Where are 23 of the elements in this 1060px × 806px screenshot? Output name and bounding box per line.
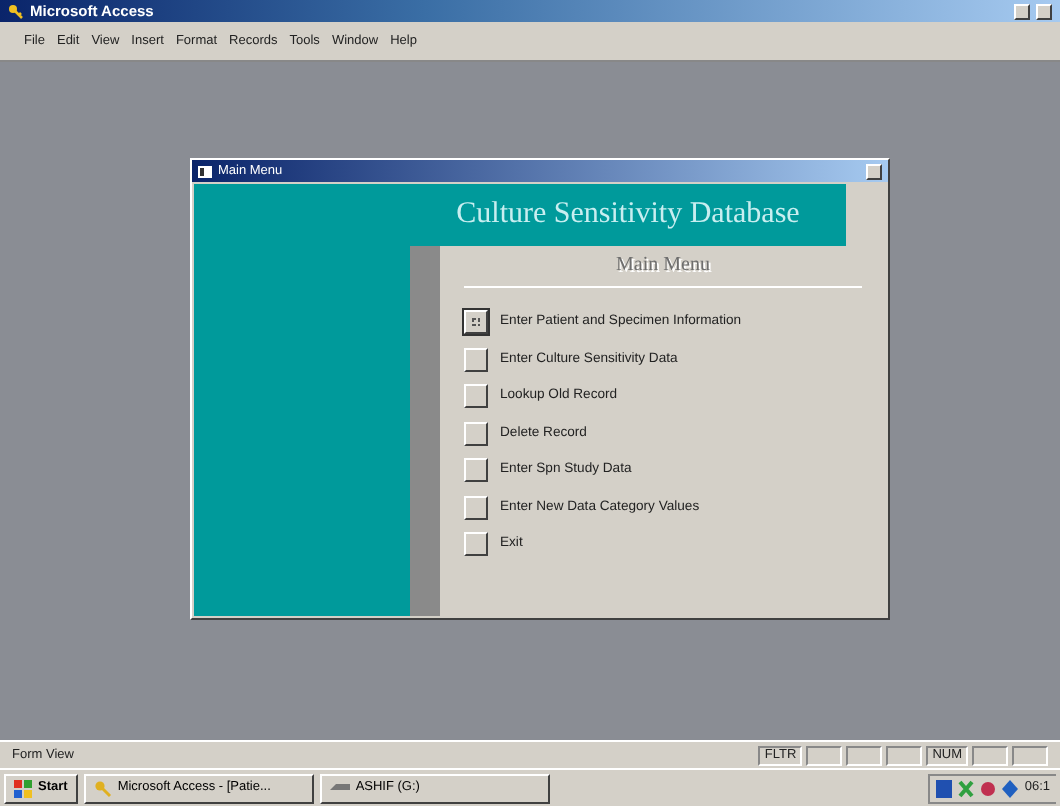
menu-button[interactable]	[464, 532, 488, 557]
status-pane	[886, 745, 923, 765]
tray-icon[interactable]	[936, 779, 953, 797]
menu-button[interactable]	[464, 310, 488, 335]
key-icon	[8, 3, 24, 19]
drive-icon	[329, 782, 350, 794]
windows-logo-icon	[14, 779, 32, 797]
database-heading: Culture Sensitivity Database	[456, 196, 800, 235]
menu-button[interactable]	[464, 458, 488, 483]
menu-button[interactable]	[464, 347, 488, 372]
status-pane	[806, 745, 843, 765]
close-button[interactable]	[866, 163, 882, 179]
key-icon	[93, 779, 112, 797]
menu-button[interactable]	[464, 495, 488, 520]
menu-button[interactable]	[464, 421, 488, 446]
menu-button[interactable]	[464, 384, 488, 409]
status-pane	[972, 745, 1008, 765]
form-icon	[198, 165, 212, 177]
status-pane	[846, 745, 883, 765]
menu-subheading: Main Menu	[464, 246, 862, 288]
minimize-button[interactable]	[1014, 3, 1030, 19]
status-pane	[1012, 745, 1048, 765]
restore-button[interactable]	[1036, 3, 1052, 19]
